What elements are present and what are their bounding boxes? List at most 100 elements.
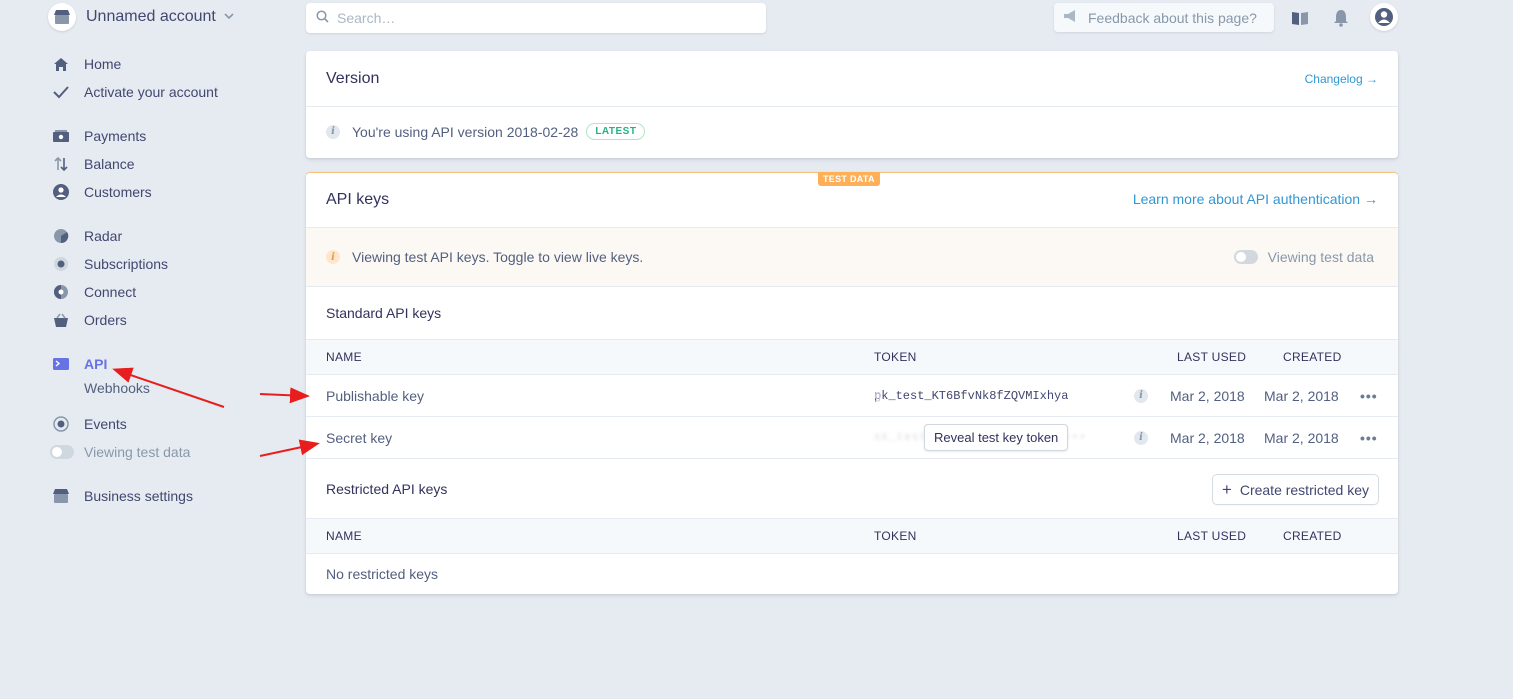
balance-icon [52, 155, 70, 173]
button-label: Create restricted key [1239, 481, 1369, 498]
search-icon [316, 10, 329, 26]
reveal-key-button[interactable]: Reveal test key token [924, 424, 1069, 451]
sidebar-item-label: Orders [84, 312, 127, 328]
create-restricted-key-button[interactable]: + Create restricted key [1212, 475, 1378, 504]
business-icon [52, 487, 70, 505]
api-auth-link[interactable]: Learn more about API authentication → [1133, 191, 1378, 207]
key-last-used: Mar 2, 2018 [1170, 387, 1245, 404]
sidebar-item-label: Balance [84, 156, 135, 172]
api-keys-title: API keys [326, 191, 390, 208]
column-header-created: CREATED [1283, 529, 1342, 543]
info-icon[interactable]: i [1134, 430, 1148, 445]
sidebar-item-label: Events [84, 416, 127, 432]
toggle-label: Viewing test data [1267, 249, 1374, 265]
toggle-label: Viewing test data [84, 444, 191, 460]
version-title: Version [326, 70, 380, 87]
sidebar-item-label: Payments [84, 128, 147, 144]
column-header-last-used: LAST USED [1177, 529, 1247, 543]
key-name: Publishable key [326, 387, 425, 404]
sidebar-item-payments[interactable]: Payments [52, 125, 146, 147]
info-icon: i [326, 250, 340, 264]
sidebar-item-events[interactable]: Events [52, 413, 127, 435]
info-icon: i [326, 124, 340, 139]
feedback-input[interactable]: Feedback about this page? [1054, 3, 1274, 32]
toggle-switch [1233, 250, 1258, 264]
standard-keys-header: NAME TOKEN LAST USED CREATED [306, 339, 1398, 375]
megaphone-icon [1062, 9, 1080, 26]
sidebar-item-orders[interactable]: Orders [52, 309, 127, 331]
orders-icon [52, 311, 70, 329]
divider [306, 106, 1398, 107]
empty-state: No restricted keys [326, 566, 439, 582]
sidebar-item-label: API [84, 356, 108, 372]
store-icon [48, 3, 76, 31]
sidebar-item-business-settings[interactable]: Business settings [52, 485, 193, 507]
column-header-name: NAME [326, 529, 362, 543]
api-keys-card: TEST DATA API keys Learn more about API … [306, 172, 1398, 594]
key-created: Mar 2, 2018 [1264, 429, 1339, 446]
check-icon [52, 83, 70, 101]
restricted-keys-title: Restricted API keys [326, 481, 448, 497]
test-data-toggle[interactable]: Viewing test data [1233, 249, 1374, 265]
column-header-created: CREATED [1283, 350, 1342, 364]
radar-icon [52, 227, 70, 245]
toggle-switch [50, 445, 74, 459]
sidebar-item-home[interactable]: Home [52, 53, 121, 75]
terminal-icon [52, 355, 70, 373]
test-keys-notice: i Viewing test API keys. Toggle to view … [306, 227, 1398, 287]
version-card: Version Changelog → i You're using API v… [306, 51, 1398, 158]
standard-keys-title: Standard API keys [326, 305, 442, 321]
sidebar-item-connect[interactable]: Connect [52, 281, 136, 303]
sidebar-item-label: Activate your account [84, 84, 218, 100]
sidebar-item-label: Business settings [84, 488, 193, 504]
sidebar-item-label: Radar [84, 228, 123, 244]
payments-icon [52, 127, 70, 145]
table-row: Secret key sk_test_•••••••••••••••••••• … [306, 417, 1398, 459]
column-header-last-used: LAST USED [1177, 350, 1247, 364]
account-switcher[interactable]: Unnamed account [48, 3, 234, 31]
sidebar-item-label: Home [84, 56, 122, 72]
sidebar-item-label: Connect [84, 284, 137, 300]
home-icon [52, 55, 70, 73]
version-message: You're using API version 2018-02-28 [352, 123, 579, 140]
version-info-row: i You're using API version 2018-02-28 LA… [326, 123, 646, 140]
search-input[interactable] [337, 10, 737, 26]
chevron-down-icon [224, 11, 234, 23]
more-actions-button[interactable]: ••• [1360, 388, 1378, 404]
more-actions-button[interactable]: ••• [1360, 430, 1378, 446]
notice-message-row: i Viewing test API keys. Toggle to view … [326, 249, 643, 265]
search-bar[interactable] [306, 3, 766, 33]
sidebar-item-radar[interactable]: Radar [52, 225, 122, 247]
sidebar-item-api[interactable]: API [52, 353, 107, 375]
column-header-token: TOKEN [874, 529, 917, 543]
sidebar: Unnamed account Home Activate your accou… [0, 0, 290, 699]
sidebar-item-webhooks[interactable]: Webhooks [84, 380, 150, 400]
account-name: Unnamed account [86, 8, 216, 25]
bell-icon[interactable] [1331, 8, 1351, 28]
key-last-used: Mar 2, 2018 [1170, 429, 1245, 446]
latest-badge: LATEST [586, 123, 646, 140]
notice-text: Viewing test API keys. Toggle to view li… [352, 249, 644, 265]
events-icon [52, 415, 70, 433]
sidebar-item-subscriptions[interactable]: Subscriptions [52, 253, 168, 275]
sidebar-item-label: Subscriptions [84, 256, 169, 272]
sidebar-item-label: Customers [84, 184, 152, 200]
changelog-link[interactable]: Changelog → [1305, 72, 1378, 86]
sidebar-item-customers[interactable]: Customers [52, 181, 152, 203]
plus-icon: + [1221, 480, 1232, 499]
key-name: Secret key [326, 429, 393, 446]
key-created: Mar 2, 2018 [1264, 387, 1339, 404]
info-icon[interactable]: i [1134, 388, 1148, 403]
restricted-keys-header: NAME TOKEN LAST USED CREATED [306, 518, 1398, 554]
table-row: Publishable key pk_test_KT6BfvNk8fZQVMIx… [306, 375, 1398, 417]
connect-icon [52, 283, 70, 301]
column-header-token: TOKEN [874, 350, 917, 364]
sidebar-item-balance[interactable]: Balance [52, 153, 135, 175]
feedback-placeholder: Feedback about this page? [1088, 9, 1257, 26]
avatar[interactable] [1370, 3, 1398, 31]
subscriptions-icon [52, 255, 70, 273]
docs-book-icon[interactable] [1290, 8, 1310, 28]
sidebar-test-data-toggle[interactable]: Viewing test data [50, 441, 190, 463]
column-header-name: NAME [326, 350, 362, 364]
sidebar-item-activate[interactable]: Activate your account [52, 81, 218, 103]
